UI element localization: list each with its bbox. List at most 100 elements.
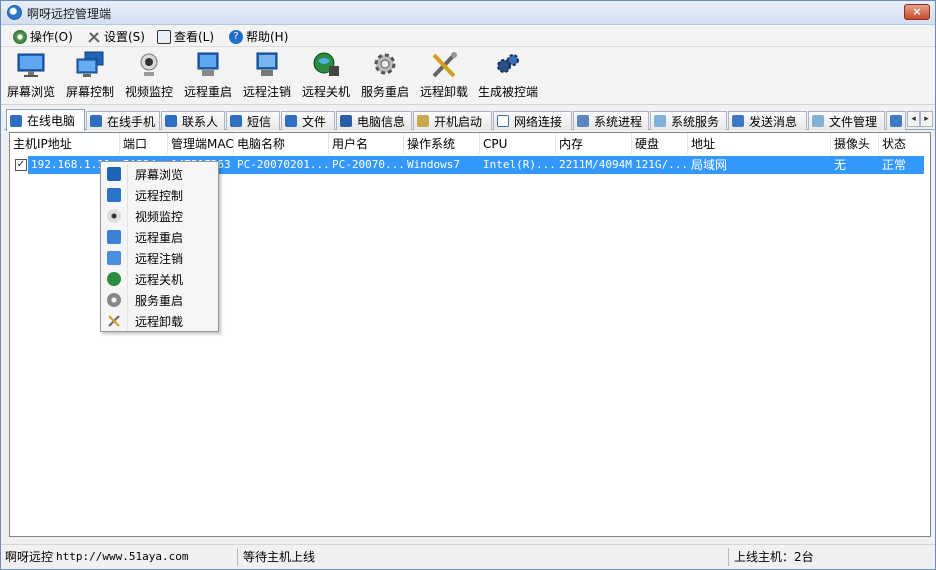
- status-divider: [237, 548, 238, 566]
- menu-label: 帮助(H): [246, 30, 289, 44]
- shutdown-icon: [107, 272, 121, 286]
- tool-label: 远程卸载: [419, 85, 468, 99]
- ctx-label: 屏幕浏览: [135, 167, 184, 182]
- menu-label: 设置(S): [104, 30, 145, 44]
- status-message: 等待主机上线: [243, 550, 316, 564]
- cell-memory: 2211M/4094M: [559, 158, 632, 171]
- toolbar-remote-logoff-button[interactable]: 远程注销: [241, 49, 293, 103]
- tab-send-message[interactable]: 发送消息: [728, 111, 807, 130]
- help-icon: ?: [229, 29, 243, 44]
- tab-label: 电脑信息: [357, 114, 406, 129]
- phone-icon: [90, 115, 102, 127]
- column-header[interactable]: 端口: [120, 133, 168, 155]
- toolbar-screen-browse-button[interactable]: 屏幕浏览: [5, 49, 57, 103]
- ctx-remote-control[interactable]: 远程控制: [103, 185, 217, 205]
- service-gear-icon: [107, 293, 121, 307]
- message-icon: [732, 115, 744, 127]
- toolbar-video-monitor-button[interactable]: 视频监控: [123, 49, 175, 103]
- tab-overflow-icon: [890, 115, 902, 127]
- column-header[interactable]: 状态: [879, 133, 930, 155]
- tool-label: 屏幕浏览: [6, 85, 55, 99]
- column-header[interactable]: 地址: [688, 133, 831, 155]
- view-icon: [157, 29, 171, 44]
- status-brand: 啊呀远控: [5, 550, 54, 564]
- column-header[interactable]: 硬盘: [632, 133, 688, 155]
- status-divider: [728, 548, 729, 566]
- tool-label: 服务重启: [360, 85, 409, 99]
- toolbar-remote-uninstall-button[interactable]: 远程卸载: [418, 49, 470, 103]
- column-header[interactable]: 电脑名称: [234, 133, 329, 155]
- tab-online-computers[interactable]: 在线电脑: [6, 109, 85, 131]
- tab-online-phones[interactable]: 在线手机: [86, 111, 160, 130]
- ctx-label: 远程重启: [135, 230, 184, 245]
- tab-label: 文件管理: [829, 114, 878, 129]
- tab-startup[interactable]: 开机启动: [413, 111, 492, 130]
- menu-operation[interactable]: 操作(O): [13, 28, 73, 45]
- sms-icon: [230, 115, 242, 127]
- folder-icon: [417, 115, 429, 127]
- table-header: 主机IP地址 端口 管理端MAC 电脑名称 用户名 操作系统 CPU 内存 硬盘…: [10, 133, 930, 155]
- tab-contacts[interactable]: 联系人: [161, 111, 225, 130]
- toolbar-generate-client-button[interactable]: 生成被控端: [477, 49, 539, 103]
- tab-sms[interactable]: 短信: [226, 111, 280, 130]
- menu-view[interactable]: 查看(L): [157, 28, 214, 45]
- ctx-label: 视频监控: [135, 209, 184, 224]
- tab-label: 文件: [302, 114, 327, 129]
- network-icon: [497, 115, 509, 127]
- ctx-video-monitor[interactable]: 视频监控: [103, 206, 217, 226]
- menu-settings[interactable]: 设置(S): [87, 28, 145, 45]
- ctx-screen-browse[interactable]: 屏幕浏览: [103, 164, 217, 184]
- tab-system-processes[interactable]: 系统进程: [573, 111, 649, 130]
- window-title: 啊呀远控管理端: [27, 7, 112, 21]
- toolbar-service-restart-button[interactable]: 服务重启: [359, 49, 411, 103]
- tab-computer-info[interactable]: 电脑信息: [336, 111, 412, 130]
- column-header[interactable]: 用户名: [329, 133, 404, 155]
- tool-label: 生成被控端: [477, 85, 538, 99]
- tool-label: 屏幕控制: [65, 85, 114, 99]
- column-header[interactable]: 摄像头: [831, 133, 879, 155]
- menu-help[interactable]: ? 帮助(H): [229, 28, 288, 45]
- tab-label: 系统进程: [594, 114, 643, 129]
- service-gear-icon: [374, 53, 396, 75]
- tab-system-services[interactable]: 系统服务: [650, 111, 727, 130]
- row-checkbox[interactable]: ✓: [15, 159, 27, 171]
- ctx-service-restart[interactable]: 服务重启: [103, 290, 217, 310]
- status-url: http://www.51aya.com: [56, 550, 189, 563]
- ctx-remote-logoff[interactable]: 远程注销: [103, 248, 217, 268]
- toolbar-remote-shutdown-button[interactable]: 远程关机: [300, 49, 352, 103]
- close-button[interactable]: ×: [904, 4, 930, 20]
- screens-icon: [107, 188, 121, 202]
- file-manager-icon: [812, 115, 824, 127]
- tab-scroll-left-button[interactable]: ◂: [907, 111, 920, 127]
- ctx-remote-restart[interactable]: 远程重启: [103, 227, 217, 247]
- context-menu: 屏幕浏览 远程控制 视频监控 远程重启 远程注销 远程关机 服务重启 远程卸载: [100, 161, 219, 332]
- menu-label: 操作(O): [30, 30, 73, 44]
- generate-gears-icon: [497, 54, 519, 73]
- column-header[interactable]: 管理端MAC: [168, 133, 234, 155]
- column-header[interactable]: 操作系统: [404, 133, 480, 155]
- tab-scroll-right-button[interactable]: ▸: [920, 111, 933, 127]
- monitor-icon: [107, 167, 121, 181]
- tab-file[interactable]: 文件: [281, 111, 335, 130]
- file-icon: [285, 115, 297, 127]
- tab-file-manager[interactable]: 文件管理: [808, 111, 885, 130]
- column-header[interactable]: CPU: [480, 133, 556, 155]
- ctx-remote-uninstall[interactable]: 远程卸载: [103, 311, 217, 331]
- monitor-icon: [17, 53, 45, 77]
- tab-overflow[interactable]: [886, 111, 906, 130]
- webcam-icon: [140, 53, 158, 76]
- status-bar: 啊呀远控 http://www.51aya.com 等待主机上线 上线主机：2台: [1, 544, 935, 569]
- restart-icon: [197, 52, 219, 76]
- tab-label: 开机启动: [434, 114, 483, 129]
- tab-network-connections[interactable]: 网络连接: [493, 111, 572, 130]
- column-header[interactable]: 主机IP地址: [10, 133, 120, 155]
- toolbar: 屏幕浏览 屏幕控制 视频监控 远程重启 远程注销 远程关机 服务重启 远程卸载: [1, 47, 935, 105]
- toolbar-screen-control-button[interactable]: 屏幕控制: [64, 49, 116, 103]
- column-header[interactable]: 内存: [556, 133, 632, 155]
- ctx-remote-shutdown[interactable]: 远程关机: [103, 269, 217, 289]
- tool-label: 远程重启: [183, 85, 232, 99]
- title-bar: 啊呀远控管理端 ×: [1, 1, 935, 25]
- toolbar-remote-restart-button[interactable]: 远程重启: [182, 49, 234, 103]
- tab-label: 短信: [247, 114, 272, 129]
- tab-bar: 在线电脑 在线手机 联系人 短信 文件 电脑信息 开机启动 网络连接 系统进程 …: [4, 109, 934, 131]
